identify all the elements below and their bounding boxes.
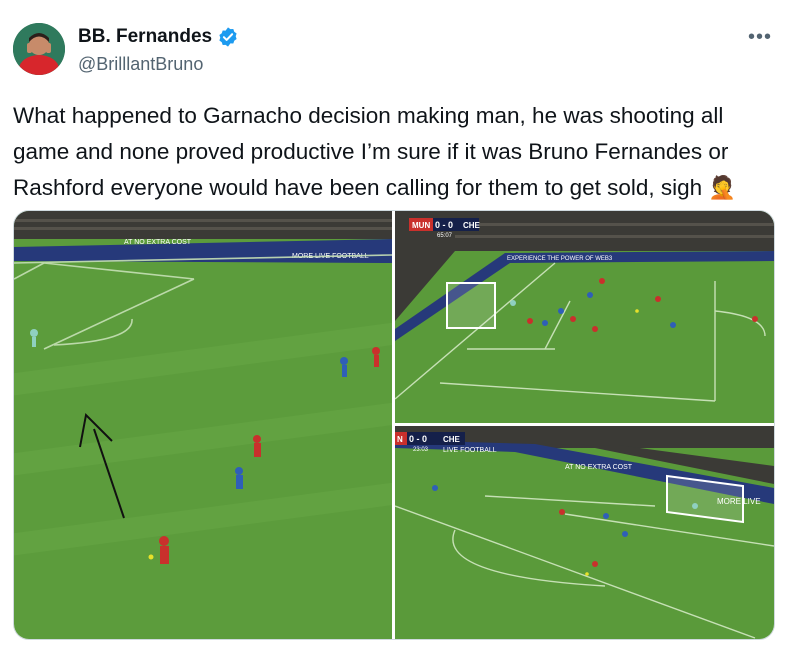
author-name-row: BB. Fernandes (78, 26, 239, 48)
avatar[interactable] (13, 23, 65, 75)
media-image-1[interactable]: AT NO EXTRA COST MORE LIVE FOOTBALL (14, 211, 392, 639)
home-team: N (397, 435, 403, 444)
verified-badge-icon (219, 27, 237, 47)
board-text: EXPERIENCE THE POWER OF WEB3 (507, 256, 613, 262)
goal (446, 282, 496, 329)
avatar-photo (13, 23, 65, 75)
match-clock: 23:03 (413, 447, 429, 453)
board-text-2: AT NO EXTRA COST (565, 464, 633, 471)
display-name[interactable]: BB. Fernandes (78, 26, 212, 48)
more-options-icon[interactable]: ••• (748, 26, 772, 49)
tweet-text: What happened to Garnacho decision makin… (13, 103, 737, 200)
media-grid: AT NO EXTRA COST MORE LIVE FOOTBALL EXPE… (13, 210, 775, 640)
author-handle[interactable]: @BrilllantBruno (78, 54, 203, 75)
board-text-1: LIVE FOOTBALL (443, 447, 497, 454)
score: 0 - 0 (435, 220, 453, 230)
board-text-1: AT NO EXTRA COST (124, 239, 192, 246)
match-clock: 65:07 (437, 233, 453, 239)
media-image-2[interactable]: EXPERIENCE THE POWER OF WEB3 MUN 0 - 0 C… (395, 211, 774, 423)
score: 0 - 0 (409, 434, 427, 444)
home-team: MUN (412, 221, 430, 230)
away-team: CHE (463, 221, 481, 230)
away-team: CHE (443, 435, 461, 444)
media-image-3[interactable]: LIVE FOOTBALL AT NO EXTRA COST MORE LIVE (395, 426, 774, 639)
